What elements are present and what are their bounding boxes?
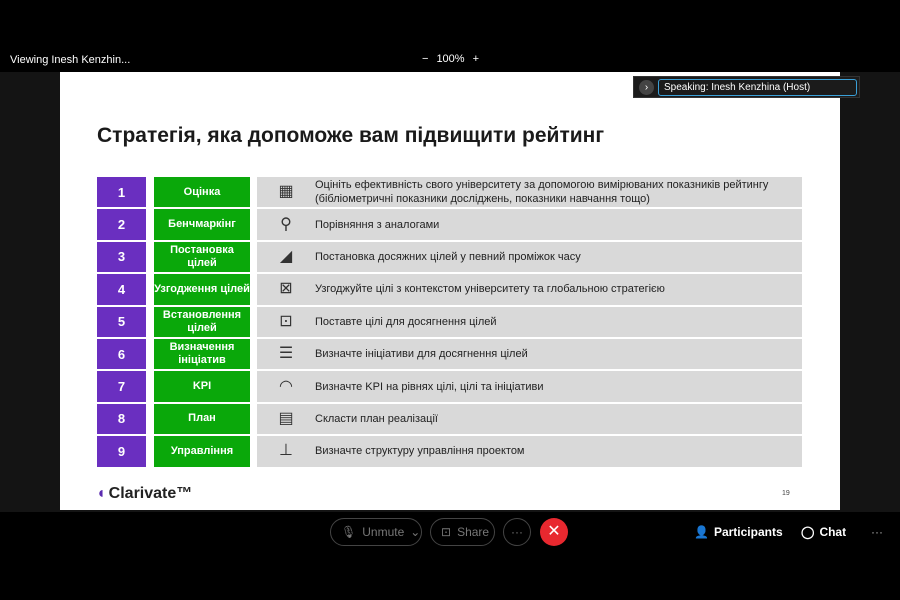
- step-label: План: [154, 403, 250, 437]
- chat-button[interactable]: ◯ Chat: [801, 525, 846, 539]
- slide-page-number: 19: [782, 490, 790, 497]
- table-row: 9 Управління ⊥ Визначте структуру управлі…: [97, 436, 802, 469]
- step-description-cell: ▤ Скласти план реалізації: [257, 403, 802, 437]
- step-description: Постановка досяжних цілей у певний промі…: [315, 250, 581, 263]
- step-label: Бенчмаркінг: [154, 209, 250, 242]
- end-call-button[interactable]: ✕: [540, 518, 568, 546]
- step-description-cell: ☰ Визначте ініціативи для досягнення ціле…: [257, 338, 802, 372]
- step-label: Встановлення цілей: [154, 306, 250, 339]
- participants-icon: 👤: [694, 525, 709, 539]
- table-row: 3 Постановка цілей ◢ Постановка досяжних …: [97, 241, 802, 275]
- share-button[interactable]: ⊡ Share: [430, 518, 495, 546]
- table-row: 1 Оцінка ▦ Оцініть ефективність свого уні…: [97, 177, 802, 210]
- zoom-out-button[interactable]: −: [422, 53, 428, 65]
- logo-text: Clarivate™: [108, 485, 193, 502]
- step-description: Оцініть ефективність свого університету …: [315, 179, 769, 206]
- participants-button[interactable]: 👤 Participants: [694, 525, 783, 539]
- step-description-cell: ◢ Постановка досяжних цілей у певний пром…: [257, 241, 802, 275]
- step-label: Постановка цілей: [154, 241, 250, 275]
- presentation-board-icon: ⊡: [279, 312, 293, 330]
- step-number: 4: [97, 274, 147, 307]
- zoom-in-button[interactable]: +: [473, 53, 479, 65]
- meeting-top-bar: Viewing Inesh Kenzhin... − 100% +: [0, 47, 900, 72]
- table-row: 2 Бенчмаркінг ⚲ Порівняння з аналогами: [97, 209, 802, 242]
- step-label: Оцінка: [154, 177, 250, 210]
- step-number: 9: [97, 436, 147, 469]
- benchmark-icon: ⚲: [280, 215, 292, 233]
- unmute-label: Unmute: [362, 525, 405, 539]
- overflow-menu-button[interactable]: ···: [871, 525, 883, 539]
- step-number: 8: [97, 403, 147, 437]
- participants-label: Participants: [713, 525, 783, 539]
- mic-off-icon: 🎙: [341, 525, 357, 539]
- strategy-board-icon: ⊠: [279, 280, 293, 298]
- presentation-slide: Стратегія, яка допоможе вам підвищити ре…: [60, 72, 840, 510]
- clarivate-mark-icon: ◖: [96, 485, 106, 502]
- speaking-indicator: › Speaking: Inesh Kenzhina (Host): [633, 76, 860, 98]
- step-label: Управління: [154, 436, 250, 469]
- speaking-label: Speaking: Inesh Kenzhina (Host): [658, 79, 857, 96]
- step-description-cell: ⊡ Поставте цілі для досягнення цілей: [257, 306, 802, 339]
- chevron-down-icon[interactable]: ⌄: [410, 525, 420, 539]
- slide-title: Стратегія, яка допоможе вам підвищити ре…: [97, 124, 605, 147]
- table-row: 8 План ▤ Скласти план реалізації: [97, 403, 802, 437]
- org-chart-icon: ⊥: [279, 442, 293, 460]
- table-row: 7 KPI ◠ Визначте KPI на рівнях цілі, цілі…: [97, 371, 802, 404]
- step-description: Порівняння з аналогами: [315, 218, 440, 231]
- step-description-cell: ⊠ Узгоджуйте цілі з контекстом університе…: [257, 274, 802, 307]
- clarivate-logo: ◖ Clarivate™: [96, 485, 192, 503]
- step-label: Визначення ініціатив: [154, 338, 250, 372]
- zoom-control: − 100% +: [422, 53, 479, 65]
- expand-chevron-icon[interactable]: ›: [639, 80, 654, 95]
- climber-icon: ◢: [279, 247, 293, 265]
- step-description-cell: ⚲ Порівняння з аналогами: [257, 209, 802, 242]
- unmute-button[interactable]: 🎙 Unmute ⌄: [330, 518, 422, 546]
- meeting-controls: 🎙 Unmute ⌄ ⊡ Share ··· ✕ 👤 Participants ◯ Cha…: [0, 512, 900, 552]
- checklist-icon: ☰: [278, 345, 294, 363]
- table-row: 5 Встановлення цілей ⊡ Поставте цілі для …: [97, 306, 802, 339]
- step-description-cell: ⊥ Визначте структуру управління проектом: [257, 436, 802, 469]
- calendar-icon: ▤: [278, 409, 294, 427]
- step-number: 7: [97, 371, 147, 404]
- step-description: Визначте KPI на рівнях цілі, цілі та іні…: [315, 380, 544, 393]
- step-description: Скласти план реалізації: [315, 412, 438, 425]
- table-row: 4 Узгодження цілей ⊠ Узгоджуйте цілі з ко…: [97, 274, 802, 307]
- chat-icon: ◯: [801, 525, 815, 539]
- step-description-cell: ▦ Оцініть ефективність свого університету…: [257, 177, 802, 210]
- gauge-icon: ◠: [279, 377, 293, 395]
- step-number: 2: [97, 209, 147, 242]
- viewing-label: Viewing Inesh Kenzhin...: [10, 54, 131, 66]
- step-description: Поставте цілі для досягнення цілей: [315, 315, 497, 328]
- share-icon: ⊡: [441, 525, 452, 539]
- step-number: 3: [97, 241, 147, 275]
- step-description: Узгоджуйте цілі з контекстом університет…: [315, 283, 665, 296]
- step-label: KPI: [154, 371, 250, 404]
- step-description-cell: ◠ Визначте KPI на рівнях цілі, цілі та ін…: [257, 371, 802, 404]
- strategy-table: 1 Оцінка ▦ Оцініть ефективність свого уні…: [97, 177, 802, 469]
- step-number: 5: [97, 306, 147, 339]
- zoom-level: 100%: [436, 53, 465, 65]
- step-label: Узгодження цілей: [154, 274, 250, 307]
- abacus-icon: ▦: [278, 183, 294, 201]
- more-options-button[interactable]: ···: [503, 518, 531, 546]
- table-row: 6 Визначення ініціатив ☰ Визначте ініціат…: [97, 338, 802, 372]
- share-label: Share: [457, 525, 490, 539]
- step-description: Визначте ініціативи для досягнення цілей: [315, 348, 528, 361]
- step-number: 6: [97, 338, 147, 372]
- step-number: 1: [97, 177, 147, 210]
- step-description: Визначте структуру управління проектом: [315, 445, 525, 458]
- chat-label: Chat: [819, 525, 847, 539]
